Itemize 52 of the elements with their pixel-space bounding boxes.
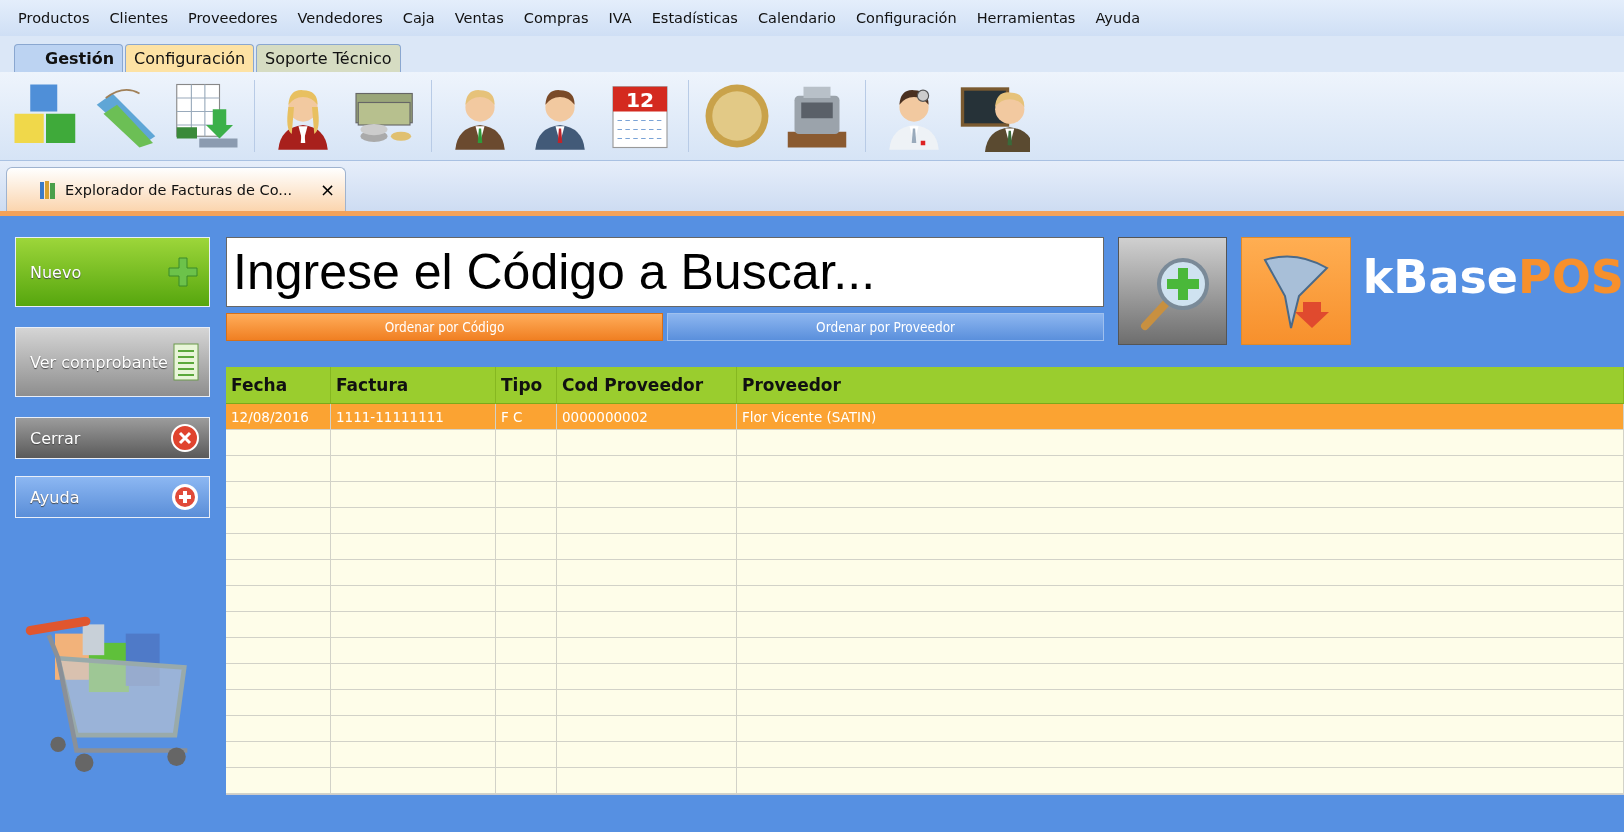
- empty-table-cell: [496, 586, 557, 612]
- empty-table-cell: [496, 508, 557, 534]
- empty-table-cell: [496, 430, 557, 456]
- column-header[interactable]: Cod Proveedor: [557, 367, 737, 404]
- filter-button[interactable]: [1241, 237, 1351, 345]
- menu-item[interactable]: Calendario: [747, 10, 846, 26]
- empty-table-cell: [496, 612, 557, 638]
- menu-item[interactable]: Configuración: [846, 10, 967, 26]
- empty-table-cell: [496, 456, 557, 482]
- menu-item[interactable]: Vendedores: [287, 10, 393, 26]
- close-button[interactable]: ×: [319, 179, 335, 200]
- ribbon-tab[interactable]: Configuración: [125, 44, 255, 72]
- document-icon: [173, 343, 199, 381]
- search-button[interactable]: [1118, 237, 1228, 345]
- menu-item[interactable]: Caja: [392, 10, 445, 26]
- empty-table-cell: [496, 482, 557, 508]
- column-header[interactable]: Factura: [331, 367, 496, 404]
- menu-item[interactable]: Proveedores: [177, 10, 288, 26]
- column-header[interactable]: Fecha: [226, 367, 331, 404]
- empty-table-cell: [496, 560, 557, 586]
- menu-item[interactable]: IVA: [598, 10, 642, 26]
- empty-table-cell: [496, 742, 557, 768]
- menu-item[interactable]: Ventas: [444, 10, 514, 26]
- ribbon-tab[interactable]: Soporte Técnico: [256, 44, 401, 72]
- plus-icon: [167, 256, 199, 288]
- close-icon: [171, 424, 199, 452]
- table-cell: Flor Vicente (SATIN): [737, 404, 1624, 430]
- side-button[interactable]: Cerrar: [15, 417, 210, 459]
- menu-item[interactable]: Clientes: [99, 10, 178, 26]
- menu-item[interactable]: Productos: [8, 10, 100, 26]
- logo: kBasePOS: [1362, 249, 1624, 306]
- empty-table-cell: [496, 716, 557, 742]
- empty-table-cell: [496, 690, 557, 716]
- table-cell: 0000000002: [557, 404, 737, 430]
- table-cell: F C: [496, 404, 557, 430]
- tab-title: Explorador de Facturas de Co...: [65, 181, 294, 198]
- column-header[interactable]: Tipo: [496, 367, 557, 404]
- menu-item[interactable]: Estadísticas: [641, 10, 748, 26]
- ribbon-tab[interactable]: Gestión: [14, 44, 124, 72]
- empty-table-cell: [496, 534, 557, 560]
- menu-item[interactable]: Herramientas: [966, 10, 1086, 26]
- menu-item[interactable]: Compras: [513, 10, 599, 26]
- search-field[interactable]: Ingrese el Código a Buscar...: [226, 237, 1105, 307]
- document-tab[interactable]: Explorador de Facturas de Co... ×: [6, 167, 346, 211]
- table-cell: 12/08/2016: [226, 404, 331, 430]
- table-cell: 1111-11111111: [331, 404, 496, 430]
- column-header[interactable]: Proveedor: [737, 367, 1624, 404]
- books-icon: [39, 179, 57, 200]
- empty-table-cell: [496, 638, 557, 664]
- help-icon: [171, 483, 199, 511]
- menu-item[interactable]: Ayuda: [1085, 10, 1151, 26]
- empty-table-cell: [496, 664, 557, 690]
